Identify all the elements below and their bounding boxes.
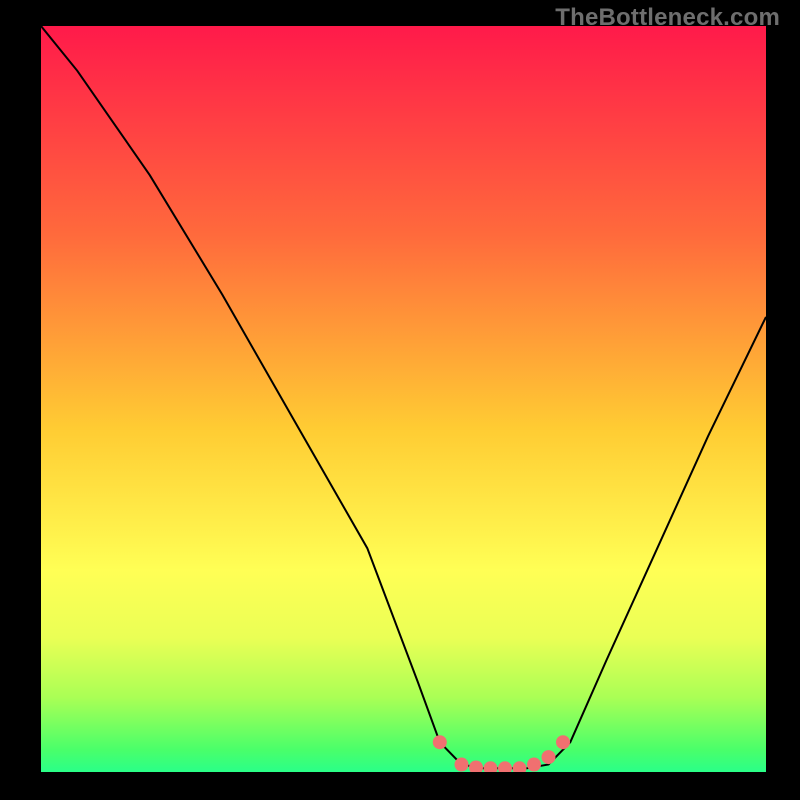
valley-dot bbox=[484, 761, 498, 772]
chart-curve bbox=[41, 26, 766, 768]
valley-dot bbox=[527, 758, 541, 772]
valley-dot bbox=[469, 761, 483, 773]
chart-svg bbox=[41, 26, 766, 772]
watermark-text: TheBottleneck.com bbox=[555, 4, 780, 32]
valley-dot bbox=[556, 735, 570, 749]
valley-dot bbox=[498, 761, 512, 772]
chart-plot-area bbox=[41, 26, 766, 772]
chart-valley-markers bbox=[433, 735, 570, 772]
valley-dot bbox=[542, 750, 556, 764]
valley-dot bbox=[433, 735, 447, 749]
valley-dot bbox=[513, 761, 527, 772]
valley-dot bbox=[455, 758, 469, 772]
chart-frame: TheBottleneck.com bbox=[0, 0, 800, 800]
